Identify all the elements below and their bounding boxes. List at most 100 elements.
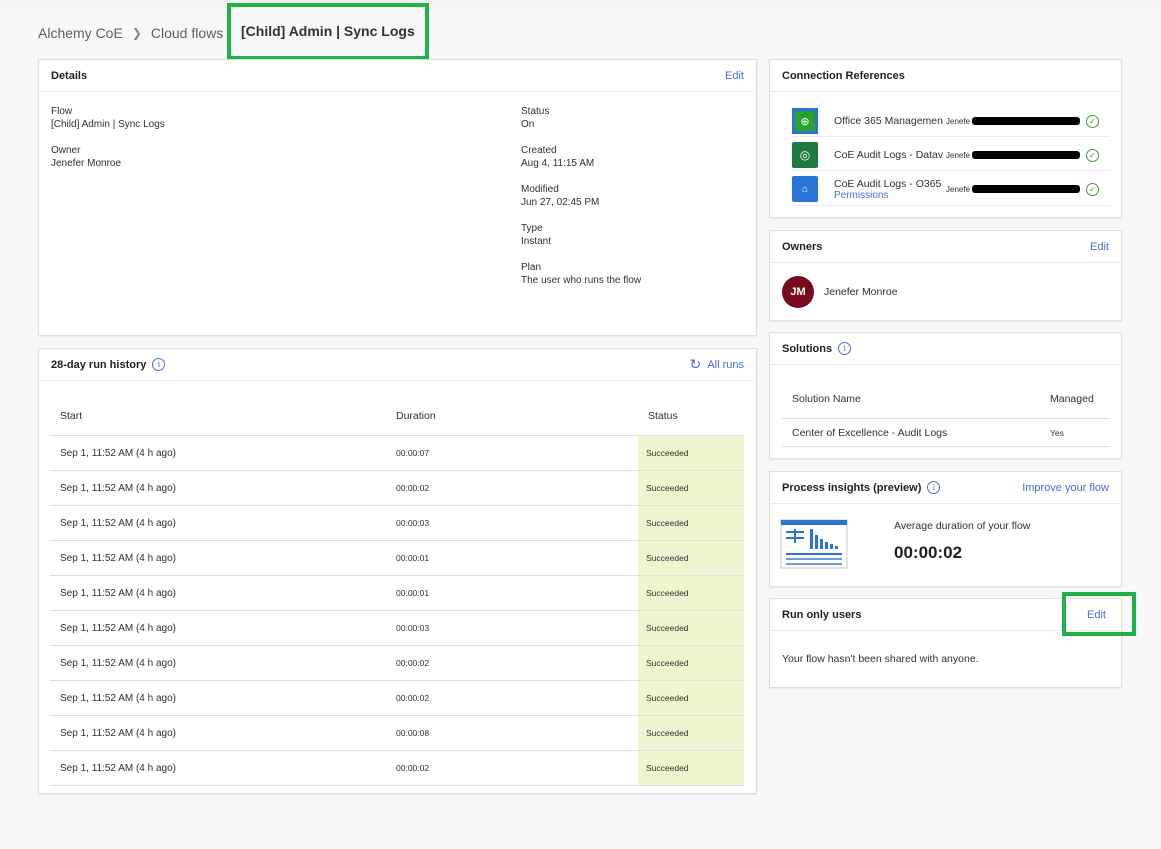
check-circle-icon: ✓ <box>1086 148 1099 162</box>
column-header-managed[interactable]: Managed <box>1050 393 1094 405</box>
connection-row[interactable]: ⊕ Office 365 Managemen Jenefe ✓ <box>792 106 1110 137</box>
column-header-start[interactable]: Start <box>50 397 386 436</box>
process-insights-title: Process insights (preview) <box>782 481 922 494</box>
run-start-cell: Sep 1, 11:52 AM (4 h ago) <box>50 435 386 471</box>
connection-references-header: Connection References <box>770 60 1121 92</box>
all-runs-label: All runs <box>707 358 744 371</box>
created-label: Created <box>521 145 557 156</box>
check-circle-icon: ✓ <box>1086 114 1099 128</box>
info-icon[interactable]: i <box>927 481 941 494</box>
top-strip <box>0 0 1161 8</box>
modified-value: Jun 27, 02:45 PM <box>521 197 600 208</box>
solution-name: Center of Excellence - Audit Logs <box>792 426 948 439</box>
plan-field: Plan The user who runs the flow <box>521 261 641 288</box>
run-history-title: 28-day run history <box>51 358 147 371</box>
run-duration-cell: 00:00:02 <box>386 470 638 506</box>
created-value: Aug 4, 11:15 AM <box>521 158 595 169</box>
flow-field: Flow [Child] Admin | Sync Logs <box>51 105 165 132</box>
solution-managed: Yes <box>1050 427 1064 438</box>
run-start-cell: Sep 1, 11:52 AM (4 h ago) <box>50 645 386 681</box>
run-start-cell: Sep 1, 11:52 AM (4 h ago) <box>50 715 386 751</box>
run-duration-cell: 00:00:08 <box>386 715 638 751</box>
run-only-users-message: Your flow hasn't been shared with anyone… <box>782 653 979 665</box>
redacted-block <box>972 151 1080 159</box>
run-history-card: 28-day run history i ↻ All runs Start Du… <box>38 348 757 794</box>
plan-value: The user who runs the flow <box>521 275 642 286</box>
connection-row[interactable]: ◎ CoE Audit Logs - Datav Jenefe ✓ <box>792 140 1110 171</box>
breadcrumb: Alchemy CoE ❯ Cloud flows <box>38 22 223 44</box>
status-label: Status <box>521 106 550 117</box>
owners-edit-button[interactable]: Edit <box>1090 241 1109 253</box>
owners-card: Owners Edit JM Jenefer Monroe <box>769 230 1122 321</box>
run-status-cell: Succeeded <box>638 750 744 786</box>
table-row[interactable]: Sep 1, 11:52 AM (4 h ago) 00:00:08 Succeed… <box>50 715 744 751</box>
type-value: Instant <box>521 236 552 247</box>
table-row[interactable]: Sep 1, 11:52 AM (4 h ago) 00:00:01 Succeed… <box>50 540 744 576</box>
run-status-cell: Succeeded <box>638 470 744 506</box>
avatar: JM <box>782 276 814 308</box>
check-circle-icon: ✓ <box>1086 182 1099 196</box>
run-status-cell: Succeeded <box>638 435 744 471</box>
owners-title: Owners <box>782 240 823 253</box>
page-title: [Child] Admin | Sync Logs <box>241 23 415 39</box>
connection-user: Jenefe <box>946 150 970 160</box>
type-field: Type Instant <box>521 222 551 249</box>
run-history-title-wrap: 28-day run history i <box>51 358 166 371</box>
run-start-cell: Sep 1, 11:52 AM (4 h ago) <box>50 505 386 541</box>
column-header-duration[interactable]: Duration <box>386 397 638 436</box>
average-duration-value: 00:00:02 <box>894 543 963 562</box>
column-header-status[interactable]: Status <box>638 397 744 436</box>
run-start-cell: Sep 1, 11:52 AM (4 h ago) <box>50 575 386 611</box>
solution-row[interactable]: Center of Excellence - Audit Logs Yes <box>782 419 1110 447</box>
solutions-title: Solutions <box>782 342 833 355</box>
run-duration-cell: 00:00:02 <box>386 645 638 681</box>
run-start-cell: Sep 1, 11:52 AM (4 h ago) <box>50 540 386 576</box>
run-only-users-title: Run only users <box>782 608 862 621</box>
details-title: Details <box>51 69 88 82</box>
solutions-card: Solutions i Solution Name Managed Center… <box>769 332 1122 459</box>
run-duration-cell: 00:00:03 <box>386 610 638 646</box>
info-icon[interactable]: i <box>838 342 852 355</box>
owners-header: Owners Edit <box>770 231 1121 263</box>
plan-label: Plan <box>521 262 542 273</box>
status-field: Status On <box>521 105 549 132</box>
run-duration-cell: 00:00:02 <box>386 680 638 716</box>
owner-label: Owner <box>51 145 81 156</box>
column-header-solution-name[interactable]: Solution Name <box>782 393 1050 405</box>
process-insights-header: Process insights (preview) i Improve you… <box>770 472 1121 504</box>
solutions-title-wrap: Solutions i <box>782 342 852 355</box>
owner-value: Jenefer Monroe <box>51 158 122 169</box>
table-row[interactable]: Sep 1, 11:52 AM (4 h ago) 00:00:01 Succeed… <box>50 575 744 611</box>
run-start-cell: Sep 1, 11:52 AM (4 h ago) <box>50 680 386 716</box>
details-edit-button[interactable]: Edit <box>725 70 744 82</box>
table-row[interactable]: Sep 1, 11:52 AM (4 h ago) 00:00:02 Succeed… <box>50 470 744 506</box>
info-icon[interactable]: i <box>152 358 166 371</box>
table-row[interactable]: Sep 1, 11:52 AM (4 h ago) 00:00:02 Succeed… <box>50 680 744 716</box>
table-row[interactable]: Sep 1, 11:52 AM (4 h ago) 00:00:02 Succeed… <box>50 645 744 681</box>
average-duration-label: Average duration of your flow <box>894 520 1031 532</box>
permissions-link[interactable]: Permissions <box>834 190 946 201</box>
run-history-header: 28-day run history i ↻ All runs <box>39 349 756 381</box>
run-status-cell: Succeeded <box>638 645 744 681</box>
owner-entry: JM Jenefer Monroe <box>782 276 898 308</box>
run-start-cell: Sep 1, 11:52 AM (4 h ago) <box>50 610 386 646</box>
run-duration-cell: 00:00:03 <box>386 505 638 541</box>
all-runs-button[interactable]: ↻ All runs <box>690 356 744 373</box>
breadcrumb-item-alchemy-coe[interactable]: Alchemy CoE <box>38 25 123 41</box>
improve-flow-link[interactable]: Improve your flow <box>1022 482 1109 494</box>
table-row[interactable]: Sep 1, 11:52 AM (4 h ago) 00:00:02 Succeed… <box>50 750 744 786</box>
redacted-block <box>972 117 1080 125</box>
connection-name: CoE Audit Logs - Datav <box>834 149 944 161</box>
run-start-cell: Sep 1, 11:52 AM (4 h ago) <box>50 750 386 786</box>
connection-user: Jenefe <box>946 184 970 194</box>
table-row[interactable]: Sep 1, 11:52 AM (4 h ago) 00:00:07 Succeed… <box>50 435 744 471</box>
connection-row[interactable]: ⌂ CoE Audit Logs - O365 Permissions Jene… <box>792 173 1110 206</box>
owner-name: Jenefer Monroe <box>824 286 898 298</box>
breadcrumb-item-cloud-flows[interactable]: Cloud flows <box>151 25 223 41</box>
table-row[interactable]: Sep 1, 11:52 AM (4 h ago) 00:00:03 Succeed… <box>50 610 744 646</box>
table-row[interactable]: Sep 1, 11:52 AM (4 h ago) 00:00:03 Succeed… <box>50 505 744 541</box>
process-insights-card: Process insights (preview) i Improve you… <box>769 471 1122 587</box>
dataverse-icon: ◎ <box>792 142 818 168</box>
insights-chart-icon <box>780 519 848 574</box>
owner-field: Owner Jenefer Monroe <box>51 144 121 171</box>
